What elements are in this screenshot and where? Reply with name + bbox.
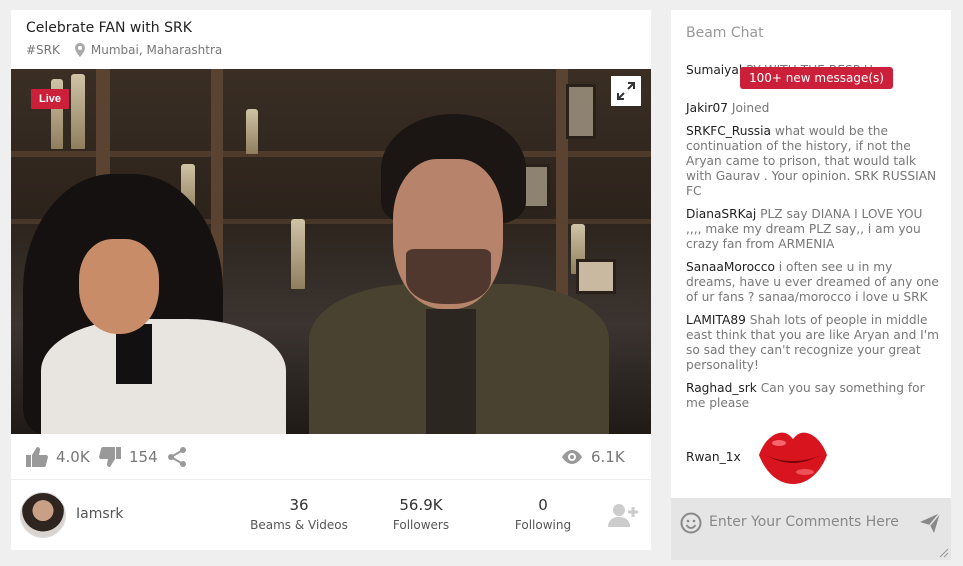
kiss-lips-sticker <box>758 432 827 484</box>
chat-messages: Sumaiyal PY WITH THE RESP U Jakir07 Join… <box>686 63 941 419</box>
avatar[interactable] <box>20 492 66 538</box>
dislike-button[interactable]: 154 <box>99 447 158 467</box>
stream-title: Celebrate FAN with SRK <box>26 20 192 36</box>
stat-value: 36 <box>289 496 309 514</box>
fullscreen-icon <box>617 82 635 100</box>
video-person <box>426 309 476 434</box>
view-count-value: 6.1K <box>591 448 625 466</box>
live-badge: Live <box>31 89 70 109</box>
add-user-icon[interactable] <box>608 503 638 527</box>
chat-message: SanaaMorocco i often see u in my dreams,… <box>686 260 941 305</box>
like-count: 4.0K <box>56 448 90 466</box>
chat-username[interactable]: Sumaiyal <box>686 63 742 77</box>
location-pin-icon <box>74 43 86 57</box>
chat-username[interactable]: SanaaMorocco <box>686 260 775 274</box>
photo-frame-decoration <box>566 84 596 139</box>
video-person <box>41 319 286 434</box>
stat-label: Following <box>514 518 572 532</box>
stat-value: 56.9K <box>399 496 443 514</box>
view-count: 6.1K <box>561 447 625 467</box>
profile-username[interactable]: Iamsrk <box>76 506 124 522</box>
chat-username[interactable]: Raghad_srk <box>686 381 757 395</box>
share-button[interactable] <box>167 447 197 467</box>
stream-header: Celebrate FAN with SRK #SRK Mumbai, Maha… <box>11 10 651 69</box>
fullscreen-button[interactable] <box>611 76 641 106</box>
resize-handle-icon[interactable] <box>939 548 949 558</box>
stat-label: Beams & Videos <box>250 518 348 532</box>
chat-message: Raghad_srk Can you say something for me … <box>686 381 941 411</box>
video-person <box>79 239 159 334</box>
send-icon[interactable] <box>919 512 941 534</box>
trophy-decoration <box>246 109 258 154</box>
thumbs-up-icon <box>26 447 48 467</box>
stat-followers[interactable]: 56.9K Followers <box>371 495 471 532</box>
chat-title: Beam Chat <box>686 25 764 41</box>
chat-input-bar <box>671 498 951 560</box>
chat-message: DianaSRKaj PLZ say DIANA I LOVE YOU ,,,,… <box>686 207 941 252</box>
chat-username[interactable]: LAMITA89 <box>686 313 746 327</box>
chat-comment-input[interactable] <box>709 508 909 536</box>
chat-text: Joined <box>731 101 770 115</box>
video-player[interactable]: Live <box>11 69 651 434</box>
dislike-count: 154 <box>129 448 158 466</box>
chat-username[interactable]: SRKFC_Russia <box>686 124 771 138</box>
video-background <box>11 151 651 157</box>
stream-location: Mumbai, Maharashtra <box>90 43 223 57</box>
chat-message: SRKFC_Russia what would be the continuat… <box>686 124 941 199</box>
trophy-decoration <box>71 74 85 149</box>
chat-username[interactable]: Rwan_1x <box>686 450 741 464</box>
photo-frame-decoration <box>576 259 616 294</box>
stat-beams[interactable]: 36 Beams & Videos <box>249 495 349 532</box>
stream-meta: #SRK Mumbai, Maharashtra <box>26 42 636 58</box>
chat-message: Jakir07 Joined <box>686 101 941 116</box>
stat-following[interactable]: 0 Following <box>493 495 593 532</box>
stream-panel: Celebrate FAN with SRK #SRK Mumbai, Maha… <box>11 10 651 550</box>
share-icon <box>168 447 186 467</box>
video-person <box>406 249 491 304</box>
trophy-decoration <box>291 219 305 289</box>
new-messages-badge[interactable]: 100+ new message(s) <box>740 67 893 89</box>
like-button[interactable]: 4.0K <box>26 447 90 467</box>
chat-username[interactable]: DianaSRKaj <box>686 207 756 221</box>
thumbs-down-icon <box>99 447 121 467</box>
chat-username[interactable]: Jakir07 <box>686 101 728 115</box>
emoji-icon[interactable] <box>680 512 702 534</box>
eye-icon <box>562 450 582 464</box>
stat-label: Followers <box>392 518 450 532</box>
chat-message: LAMITA89 Shah lots of people in middle e… <box>686 313 941 373</box>
profile-bar: Iamsrk 36 Beams & Videos 56.9K Followers… <box>11 481 651 550</box>
chat-sticker-message: Rwan_1x <box>686 428 829 486</box>
chat-panel: Beam Chat Sumaiyal PY WITH THE RESP U Ja… <box>671 10 951 560</box>
hashtag-link[interactable]: #SRK <box>26 43 60 57</box>
action-bar: 4.0K 154 6.1K <box>11 434 651 480</box>
stat-value: 0 <box>538 496 548 514</box>
